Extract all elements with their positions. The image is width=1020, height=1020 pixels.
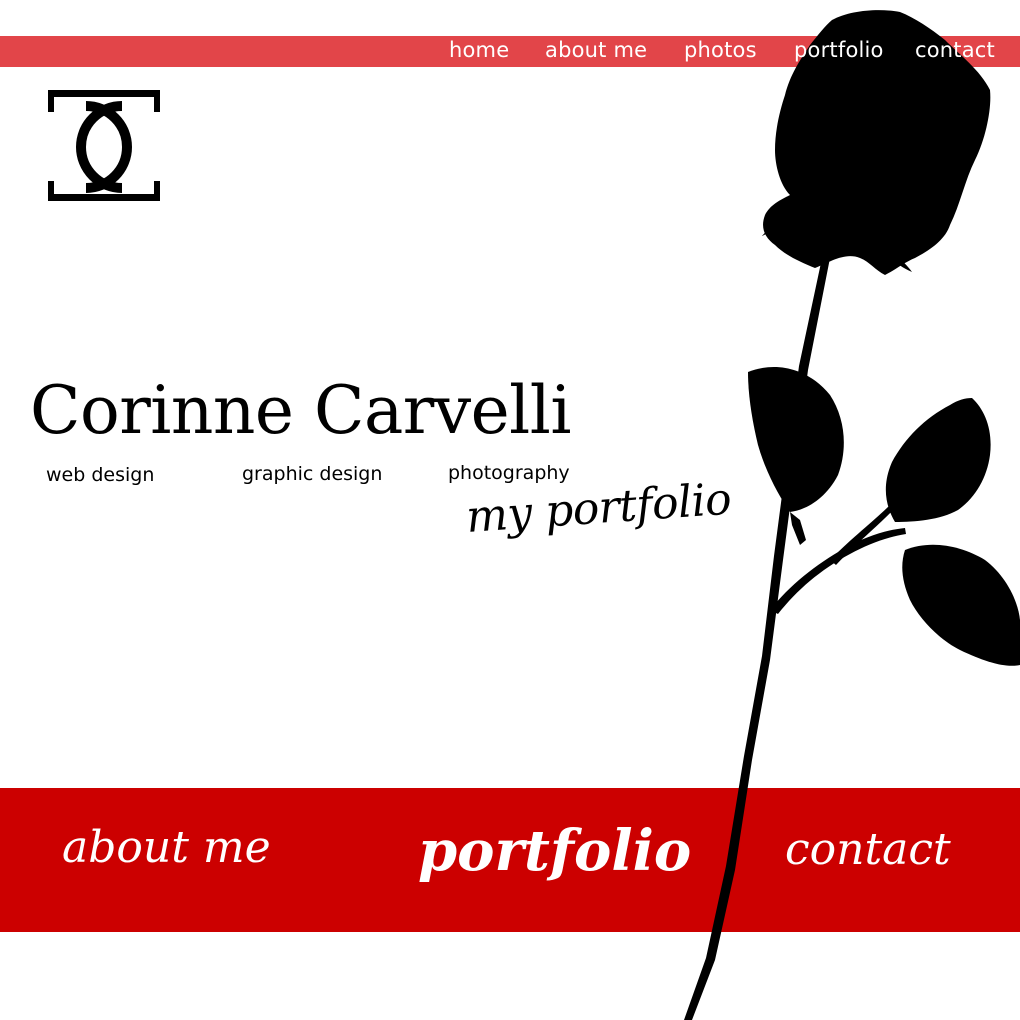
- service-web-design: web design: [46, 464, 155, 486]
- cc-monogram-logo: [48, 90, 160, 201]
- nav-photos-link[interactable]: photos: [684, 38, 757, 62]
- nav-portfolio-link[interactable]: portfolio: [794, 38, 884, 62]
- nav-contact-link[interactable]: contact: [915, 38, 995, 62]
- service-graphic-design: graphic design: [242, 463, 383, 485]
- portfolio-tagline: my portfolio: [464, 473, 733, 543]
- top-nav: home about me photos portfolio contact: [0, 36, 1020, 67]
- site-owner-name: Corinne Carvelli: [30, 372, 572, 449]
- band-contact-link[interactable]: contact: [785, 824, 951, 875]
- service-photography: photography: [448, 462, 570, 484]
- nav-home-link[interactable]: home: [449, 38, 509, 62]
- nav-about-me-link[interactable]: about me: [545, 38, 647, 62]
- band-about-me-link[interactable]: about me: [62, 822, 271, 873]
- band-portfolio-link[interactable]: portfolio: [418, 818, 691, 884]
